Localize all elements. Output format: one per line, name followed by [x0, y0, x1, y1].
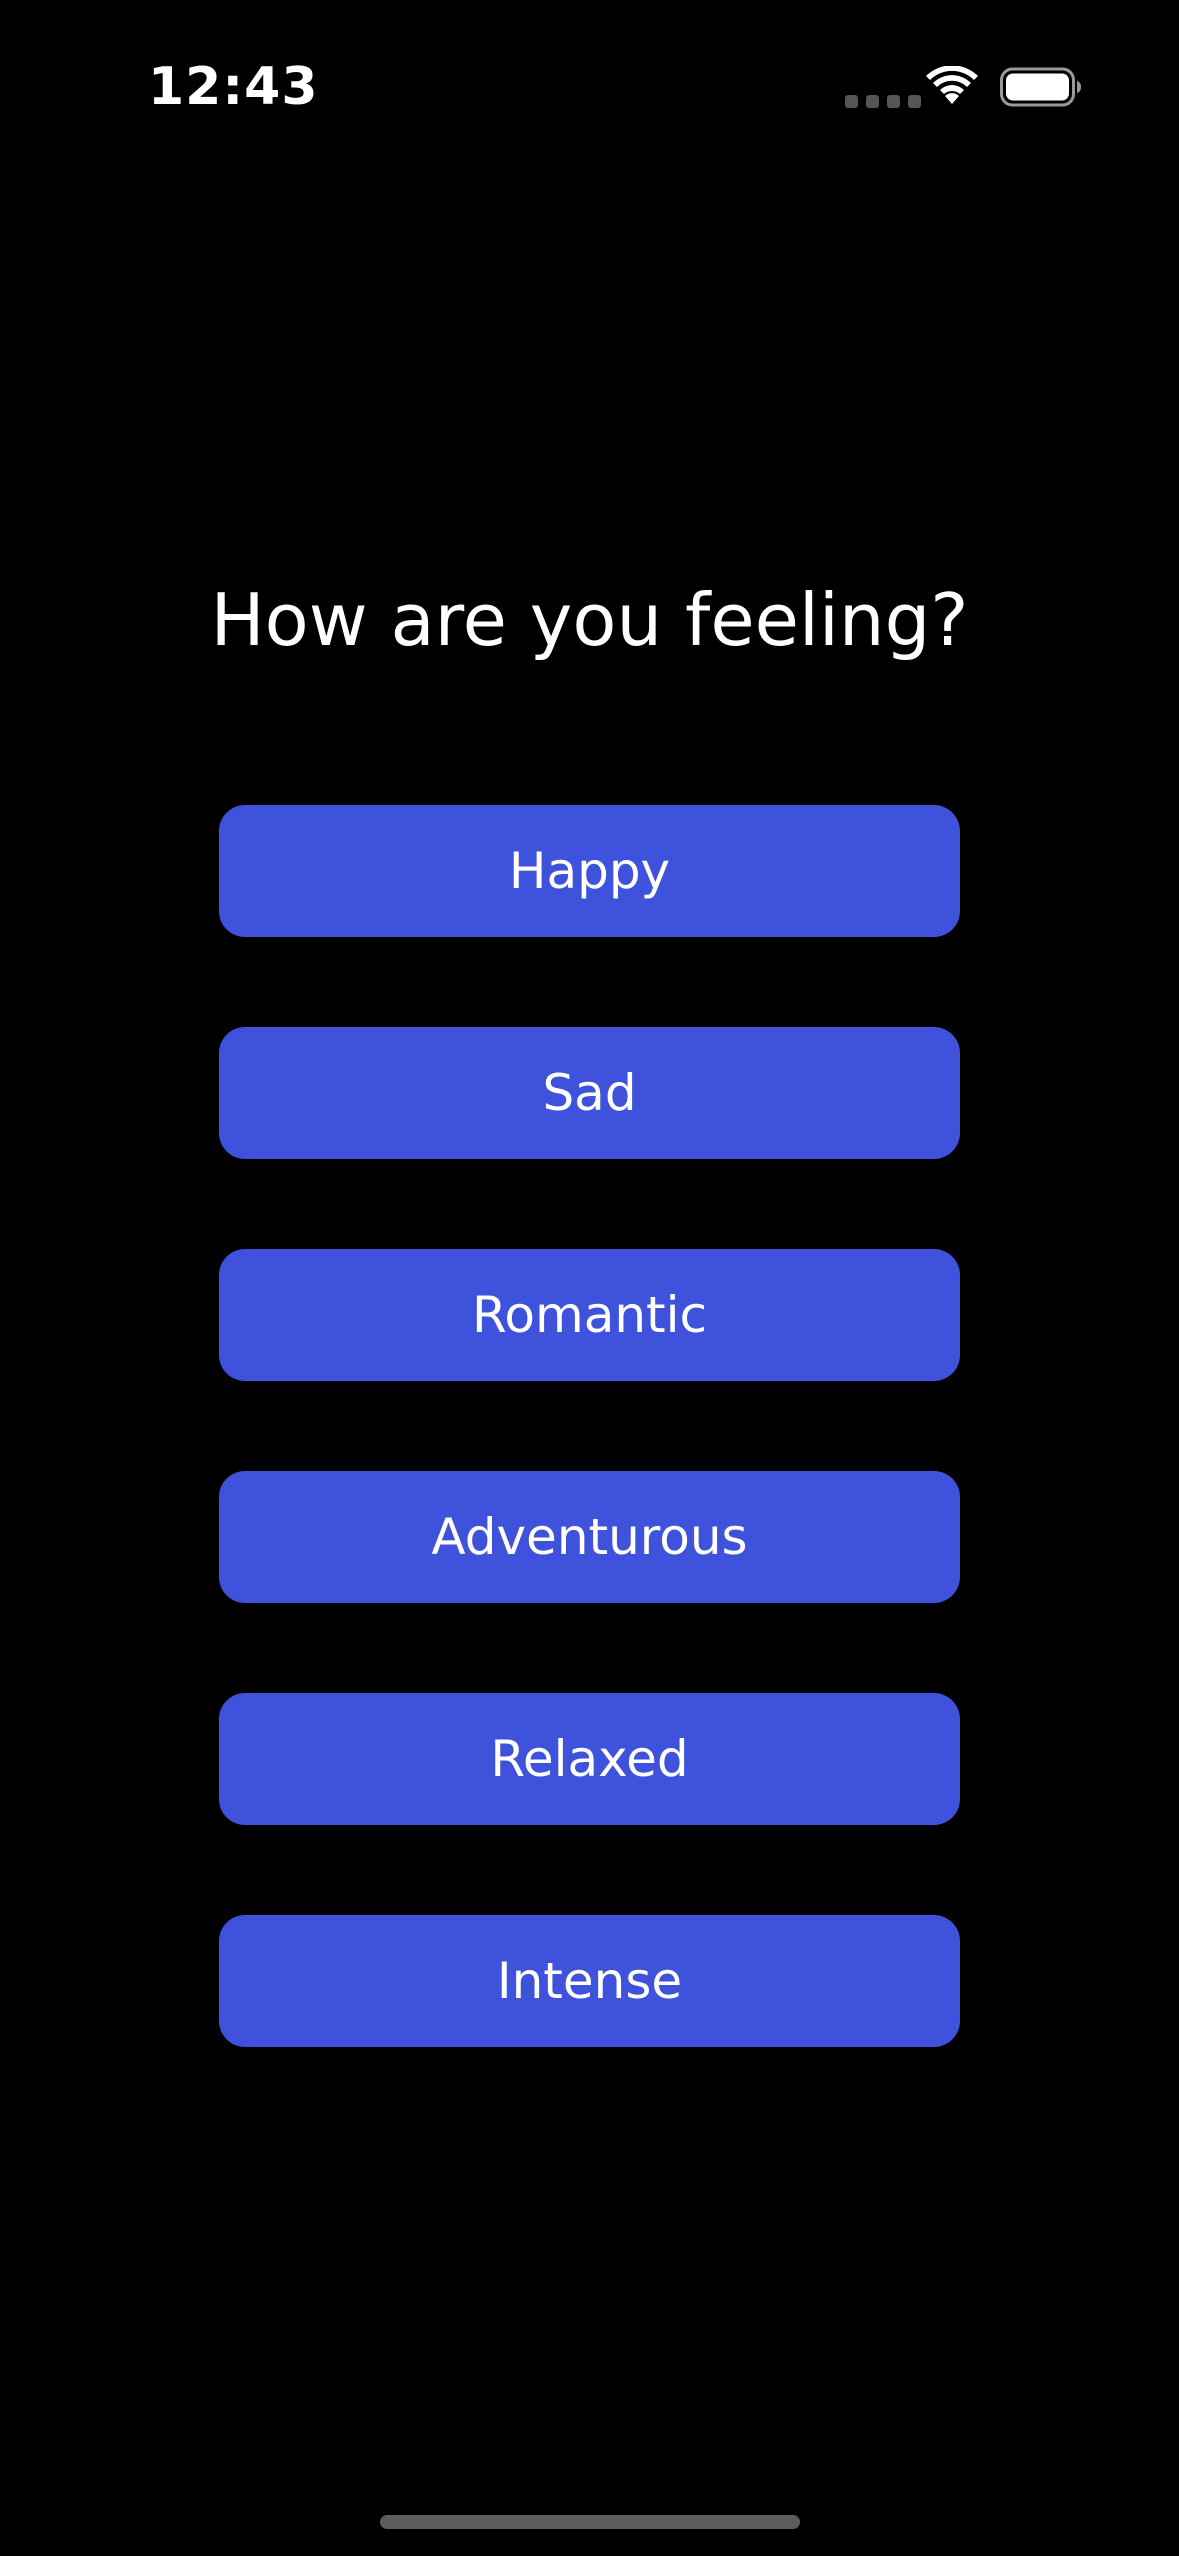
mood-button-romantic[interactable]: Romantic [219, 1249, 960, 1381]
mood-button-happy[interactable]: Happy [219, 805, 960, 937]
page-title: How are you feeling? [210, 578, 969, 662]
cellular-signal-icon [845, 95, 921, 108]
home-indicator[interactable] [380, 2515, 800, 2529]
mood-button-sad[interactable]: Sad [219, 1027, 960, 1159]
status-bar: 12:43 [0, 0, 1179, 170]
mood-button-adventurous[interactable]: Adventurous [219, 1471, 960, 1603]
mood-button-intense[interactable]: Intense [219, 1915, 960, 2047]
battery-icon [1000, 67, 1081, 107]
wifi-icon [926, 66, 978, 104]
status-time: 12:43 [148, 57, 319, 117]
mood-button-relaxed[interactable]: Relaxed [219, 1693, 960, 1825]
mood-list: Happy Sad Romantic Adventurous Relaxed I… [219, 805, 960, 2047]
